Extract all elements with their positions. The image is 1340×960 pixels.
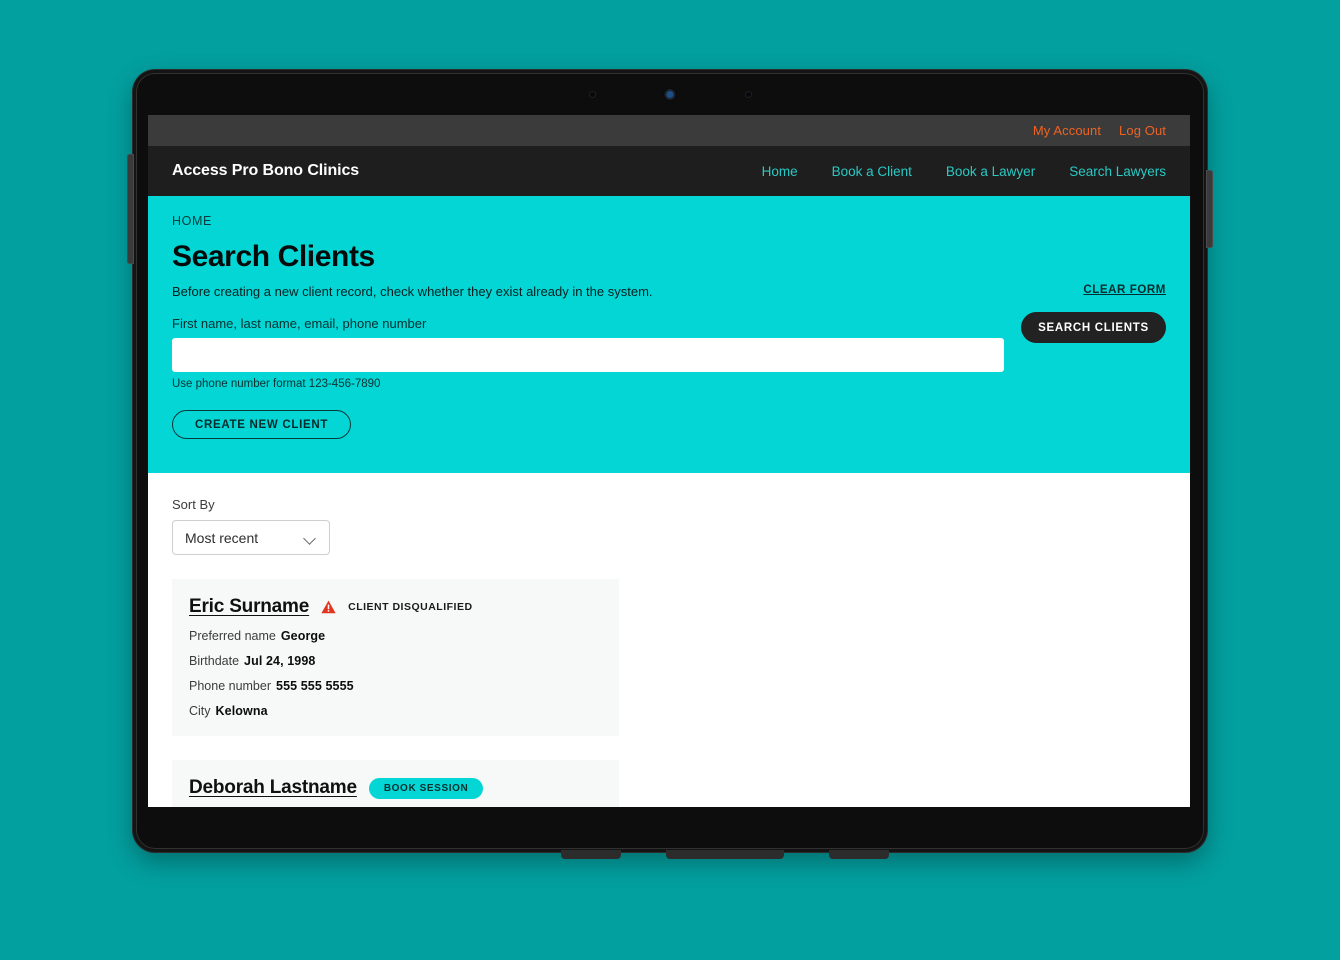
tablet-sensor-row xyxy=(133,87,1207,103)
hero-actions: CLEAR FORM SEARCH CLIENTS xyxy=(1021,284,1166,343)
nav-link-search-lawyers[interactable]: Search Lawyers xyxy=(1069,164,1166,179)
tablet-foot-center xyxy=(666,850,784,859)
search-input[interactable] xyxy=(172,338,1004,372)
utility-bar: My Account Log Out xyxy=(148,115,1190,146)
search-form-row: Use phone number format 123-456-7890 xyxy=(172,338,1166,390)
nav-link-home[interactable]: Home xyxy=(762,164,798,179)
client-field-city: City Kelowna xyxy=(189,704,602,718)
field-key: City xyxy=(189,704,211,718)
warning-triangle-icon xyxy=(321,600,336,614)
sensor-dot-left xyxy=(590,92,595,97)
sort-by-value: Most recent xyxy=(185,529,259,546)
client-field-birthdate: Birthdate Jul 24, 1998 xyxy=(189,654,602,668)
camera-icon xyxy=(662,87,678,102)
client-card-header: Deborah Lastname BOOK SESSION xyxy=(189,777,602,799)
client-field-phone-number: Phone number 555 555 5555 xyxy=(189,679,602,693)
client-result-card[interactable]: Eric Surname CLIENT DISQUALIFIED Preferr… xyxy=(172,579,619,736)
create-new-client-button[interactable]: CREATE NEW CLIENT xyxy=(172,410,352,439)
client-result-card[interactable]: Deborah Lastname BOOK SESSION Preferred … xyxy=(172,760,619,807)
sensor-dot-right xyxy=(746,92,751,97)
search-field-label: First name, last name, email, phone numb… xyxy=(172,316,427,331)
field-value: Kelowna xyxy=(215,704,268,718)
status-badge: CLIENT DISQUALIFIED xyxy=(348,601,473,613)
field-value: 555 555 5555 xyxy=(276,679,354,693)
chevron-down-icon xyxy=(304,534,317,542)
client-name-link[interactable]: Eric Surname xyxy=(189,596,309,618)
primary-nav: Home Book a Client Book a Lawyer Search … xyxy=(762,164,1166,179)
sort-by-label: Sort By xyxy=(172,497,215,512)
search-hero-section: HOME Search Clients Before creating a ne… xyxy=(148,196,1190,473)
sort-by-select[interactable]: Most recent xyxy=(172,520,330,555)
book-session-button[interactable]: BOOK SESSION xyxy=(368,777,484,799)
tablet-device-frame: My Account Log Out Access Pro Bono Clini… xyxy=(127,70,1213,859)
tablet-volume-button[interactable] xyxy=(127,154,134,264)
tablet-power-button[interactable] xyxy=(1206,170,1213,248)
field-key: Preferred name xyxy=(189,629,276,643)
breadcrumb[interactable]: HOME xyxy=(172,214,1166,228)
results-section: Sort By Most recent Eric Surname CLIENT … xyxy=(148,473,1190,807)
search-clients-button[interactable]: SEARCH CLIENTS xyxy=(1021,312,1166,343)
field-value: George xyxy=(280,629,326,643)
my-account-link[interactable]: My Account xyxy=(1033,123,1101,138)
client-name-link[interactable]: Deborah Lastname xyxy=(189,777,357,799)
client-field-preferred-name: Preferred name George xyxy=(189,629,602,643)
tablet-foot-right xyxy=(829,850,889,859)
phone-format-hint: Use phone number format 123-456-7890 xyxy=(172,378,381,390)
field-key: Phone number xyxy=(189,679,272,693)
main-navbar: Access Pro Bono Clinics Home Book a Clie… xyxy=(148,146,1190,196)
clear-form-link[interactable]: CLEAR FORM xyxy=(1083,284,1166,296)
screenshot-stage: My Account Log Out Access Pro Bono Clini… xyxy=(0,0,1340,960)
nav-link-book-a-client[interactable]: Book a Client xyxy=(832,164,912,179)
nav-link-book-a-lawyer[interactable]: Book a Lawyer xyxy=(946,164,1035,179)
field-key: Birthdate xyxy=(189,654,240,668)
page-subtitle: Before creating a new client record, che… xyxy=(172,284,653,299)
client-card-header: Eric Surname CLIENT DISQUALIFIED xyxy=(189,596,602,618)
tablet-foot-left xyxy=(561,850,621,859)
page-title: Search Clients xyxy=(172,240,375,273)
field-value: Jul 24, 1998 xyxy=(244,654,316,668)
log-out-link[interactable]: Log Out xyxy=(1119,123,1166,138)
tablet-screen: My Account Log Out Access Pro Bono Clini… xyxy=(148,115,1190,807)
site-brand[interactable]: Access Pro Bono Clinics xyxy=(172,162,359,180)
